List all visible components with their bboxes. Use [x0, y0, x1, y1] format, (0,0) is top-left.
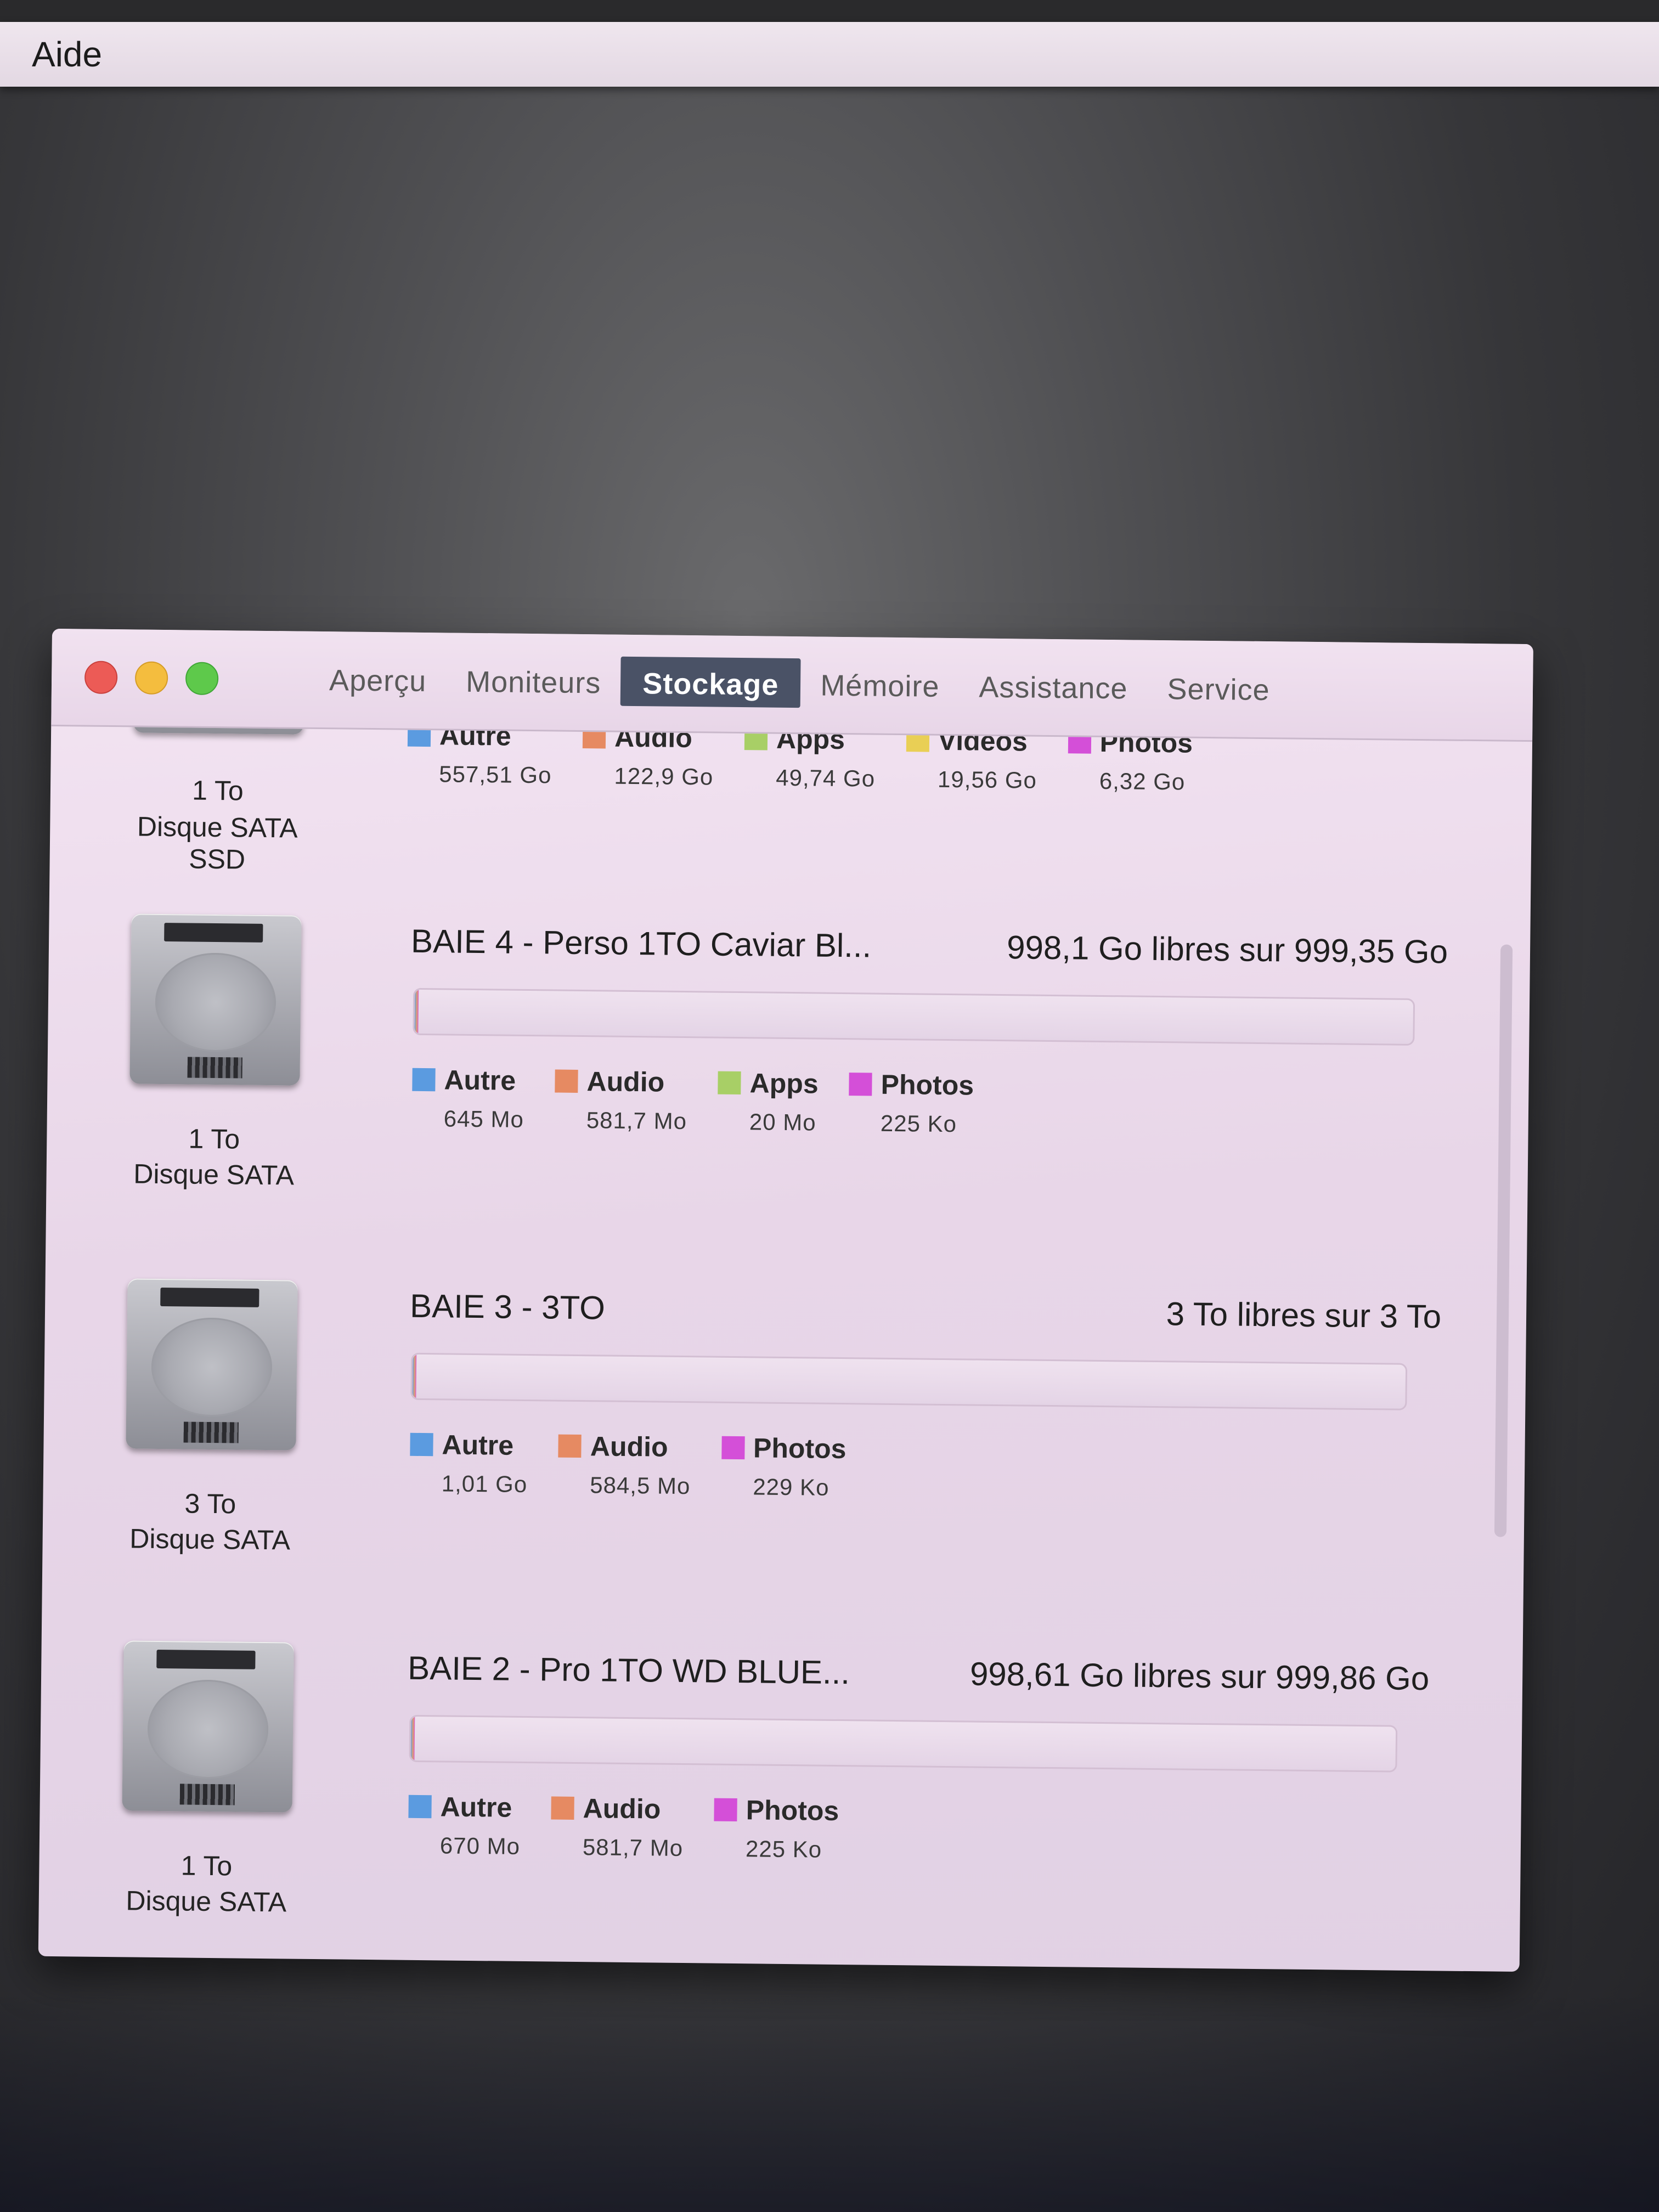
tab-moniteurs[interactable]: Moniteurs	[446, 654, 621, 706]
legend-item: Vidéos 19,56 Go	[906, 726, 1037, 794]
legend-item: Apps 20 Mo	[718, 1067, 819, 1136]
screen-bezel	[0, 0, 1659, 22]
zoom-button[interactable]	[185, 662, 219, 696]
swatch	[558, 1434, 582, 1458]
legend-item: Photos 229 Ko	[721, 1432, 847, 1501]
usage-legend: Autre 670 Mo Audio 581,7 Mo Photos 225 Ko	[408, 1791, 870, 1864]
swatch	[555, 1069, 578, 1093]
legend-item: Apps 49,74 Go	[744, 726, 876, 792]
volume-name: BAIE 3 - 3TO	[409, 1287, 606, 1327]
legend-item: Autre 557,51 Go	[407, 726, 552, 789]
vertical-scrollbar[interactable]	[1494, 944, 1513, 1537]
tab-memoire[interactable]: Mémoire	[800, 658, 960, 709]
disk-size: 1 To	[191, 775, 244, 806]
tab-stockage[interactable]: Stockage	[620, 656, 801, 708]
title-bar: Aperçu Moniteurs Stockage Mémoire Assist…	[51, 628, 1533, 742]
legend-item: Audio 584,5 Mo	[558, 1430, 691, 1500]
usage-bar-used	[412, 1354, 417, 1398]
drive-baie-3: 3 To Disque SATA BAIE 3 - 3TO 3 To libre…	[42, 1278, 1472, 1655]
disk-type: Disque SATA	[133, 1158, 295, 1191]
drive-ssd: 1 To Disque SATA SSD Autre 557,51 Go Audi…	[49, 726, 1479, 939]
disk-type: Disque SATA	[129, 1523, 291, 1556]
volume-name: BAIE 4 - Perso 1TO Caviar Bl...	[410, 922, 872, 964]
legend-item: Photos 225 Ko	[849, 1068, 974, 1137]
minimize-button[interactable]	[134, 661, 168, 695]
hard-drive-icon	[126, 1278, 298, 1451]
usage-bar	[410, 1352, 1408, 1410]
disk-type: Disque SATA SSD	[137, 811, 298, 875]
swatch	[410, 1432, 433, 1457]
drive-baie-4: 1 To Disque SATA BAIE 4 - Perso 1TO Cavi…	[46, 913, 1476, 1290]
usage-bar-used	[414, 989, 419, 1034]
menu-help[interactable]: Aide	[32, 34, 102, 75]
legend-item: Audio 581,7 Mo	[551, 1792, 684, 1862]
volume-free-space: 3 To libres sur 3 To	[1166, 1295, 1442, 1335]
screen-reflection	[0, 1993, 1659, 2212]
swatch	[849, 1073, 872, 1096]
tab-bar: Aperçu Moniteurs Stockage Mémoire Assist…	[309, 653, 1290, 713]
storage-list[interactable]: 1 To Disque SATA SSD Autre 557,51 Go Audi…	[38, 726, 1532, 1971]
swatch	[551, 1796, 574, 1820]
usage-legend: Autre 645 Mo Audio 581,7 Mo Apps 20 Mo Phot…	[412, 1064, 1005, 1138]
tab-assistance[interactable]: Assistance	[959, 660, 1148, 712]
hard-drive-icon	[129, 913, 302, 1086]
drive-baie-2: 1 To Disque SATA BAIE 2 - Pro 1TO WD BLU…	[38, 1640, 1468, 1971]
swatch	[408, 1795, 432, 1819]
drive-icon-wrap: 3 To Disque SATA	[122, 1278, 303, 1555]
swatch	[721, 1436, 745, 1460]
legend-item: Autre 1,01 Go	[410, 1429, 528, 1498]
volume-free-space: 998,61 Go libres sur 999,86 Go	[969, 1655, 1430, 1697]
swatch	[718, 1071, 741, 1095]
tab-service[interactable]: Service	[1147, 662, 1290, 713]
disk-size: 3 To	[184, 1488, 236, 1520]
disk-type: Disque SATA	[126, 1885, 287, 1918]
usage-bar	[413, 988, 1415, 1046]
menu-bar: Aide	[0, 22, 1659, 87]
disk-size: 1 To	[188, 1123, 240, 1155]
legend-item: Photos 225 Ko	[714, 1794, 839, 1863]
usage-bar-used	[410, 1716, 415, 1760]
close-button[interactable]	[84, 661, 118, 695]
hard-drive-icon	[122, 1640, 294, 1813]
legend-item: Audio 581,7 Mo	[555, 1065, 687, 1135]
usage-legend: Autre 1,01 Go Audio 584,5 Mo Photos 229 Ko	[410, 1429, 877, 1502]
usage-bar	[409, 1714, 1398, 1773]
swatch	[412, 1068, 436, 1092]
swatch	[714, 1798, 738, 1822]
tab-apercu[interactable]: Aperçu	[309, 653, 447, 704]
volume-name: BAIE 2 - Pro 1TO WD BLUE...	[407, 1649, 850, 1691]
legend-item: Autre 670 Mo	[408, 1791, 521, 1860]
volume-free-space: 998,1 Go libres sur 999,35 Go	[1006, 929, 1448, 970]
legend-item: Autre 645 Mo	[412, 1064, 524, 1133]
legend-item: Audio 122,9 Go	[582, 726, 714, 791]
about-this-mac-window: Aperçu Moniteurs Stockage Mémoire Assist…	[38, 628, 1533, 1972]
disk-size: 1 To	[180, 1850, 233, 1882]
